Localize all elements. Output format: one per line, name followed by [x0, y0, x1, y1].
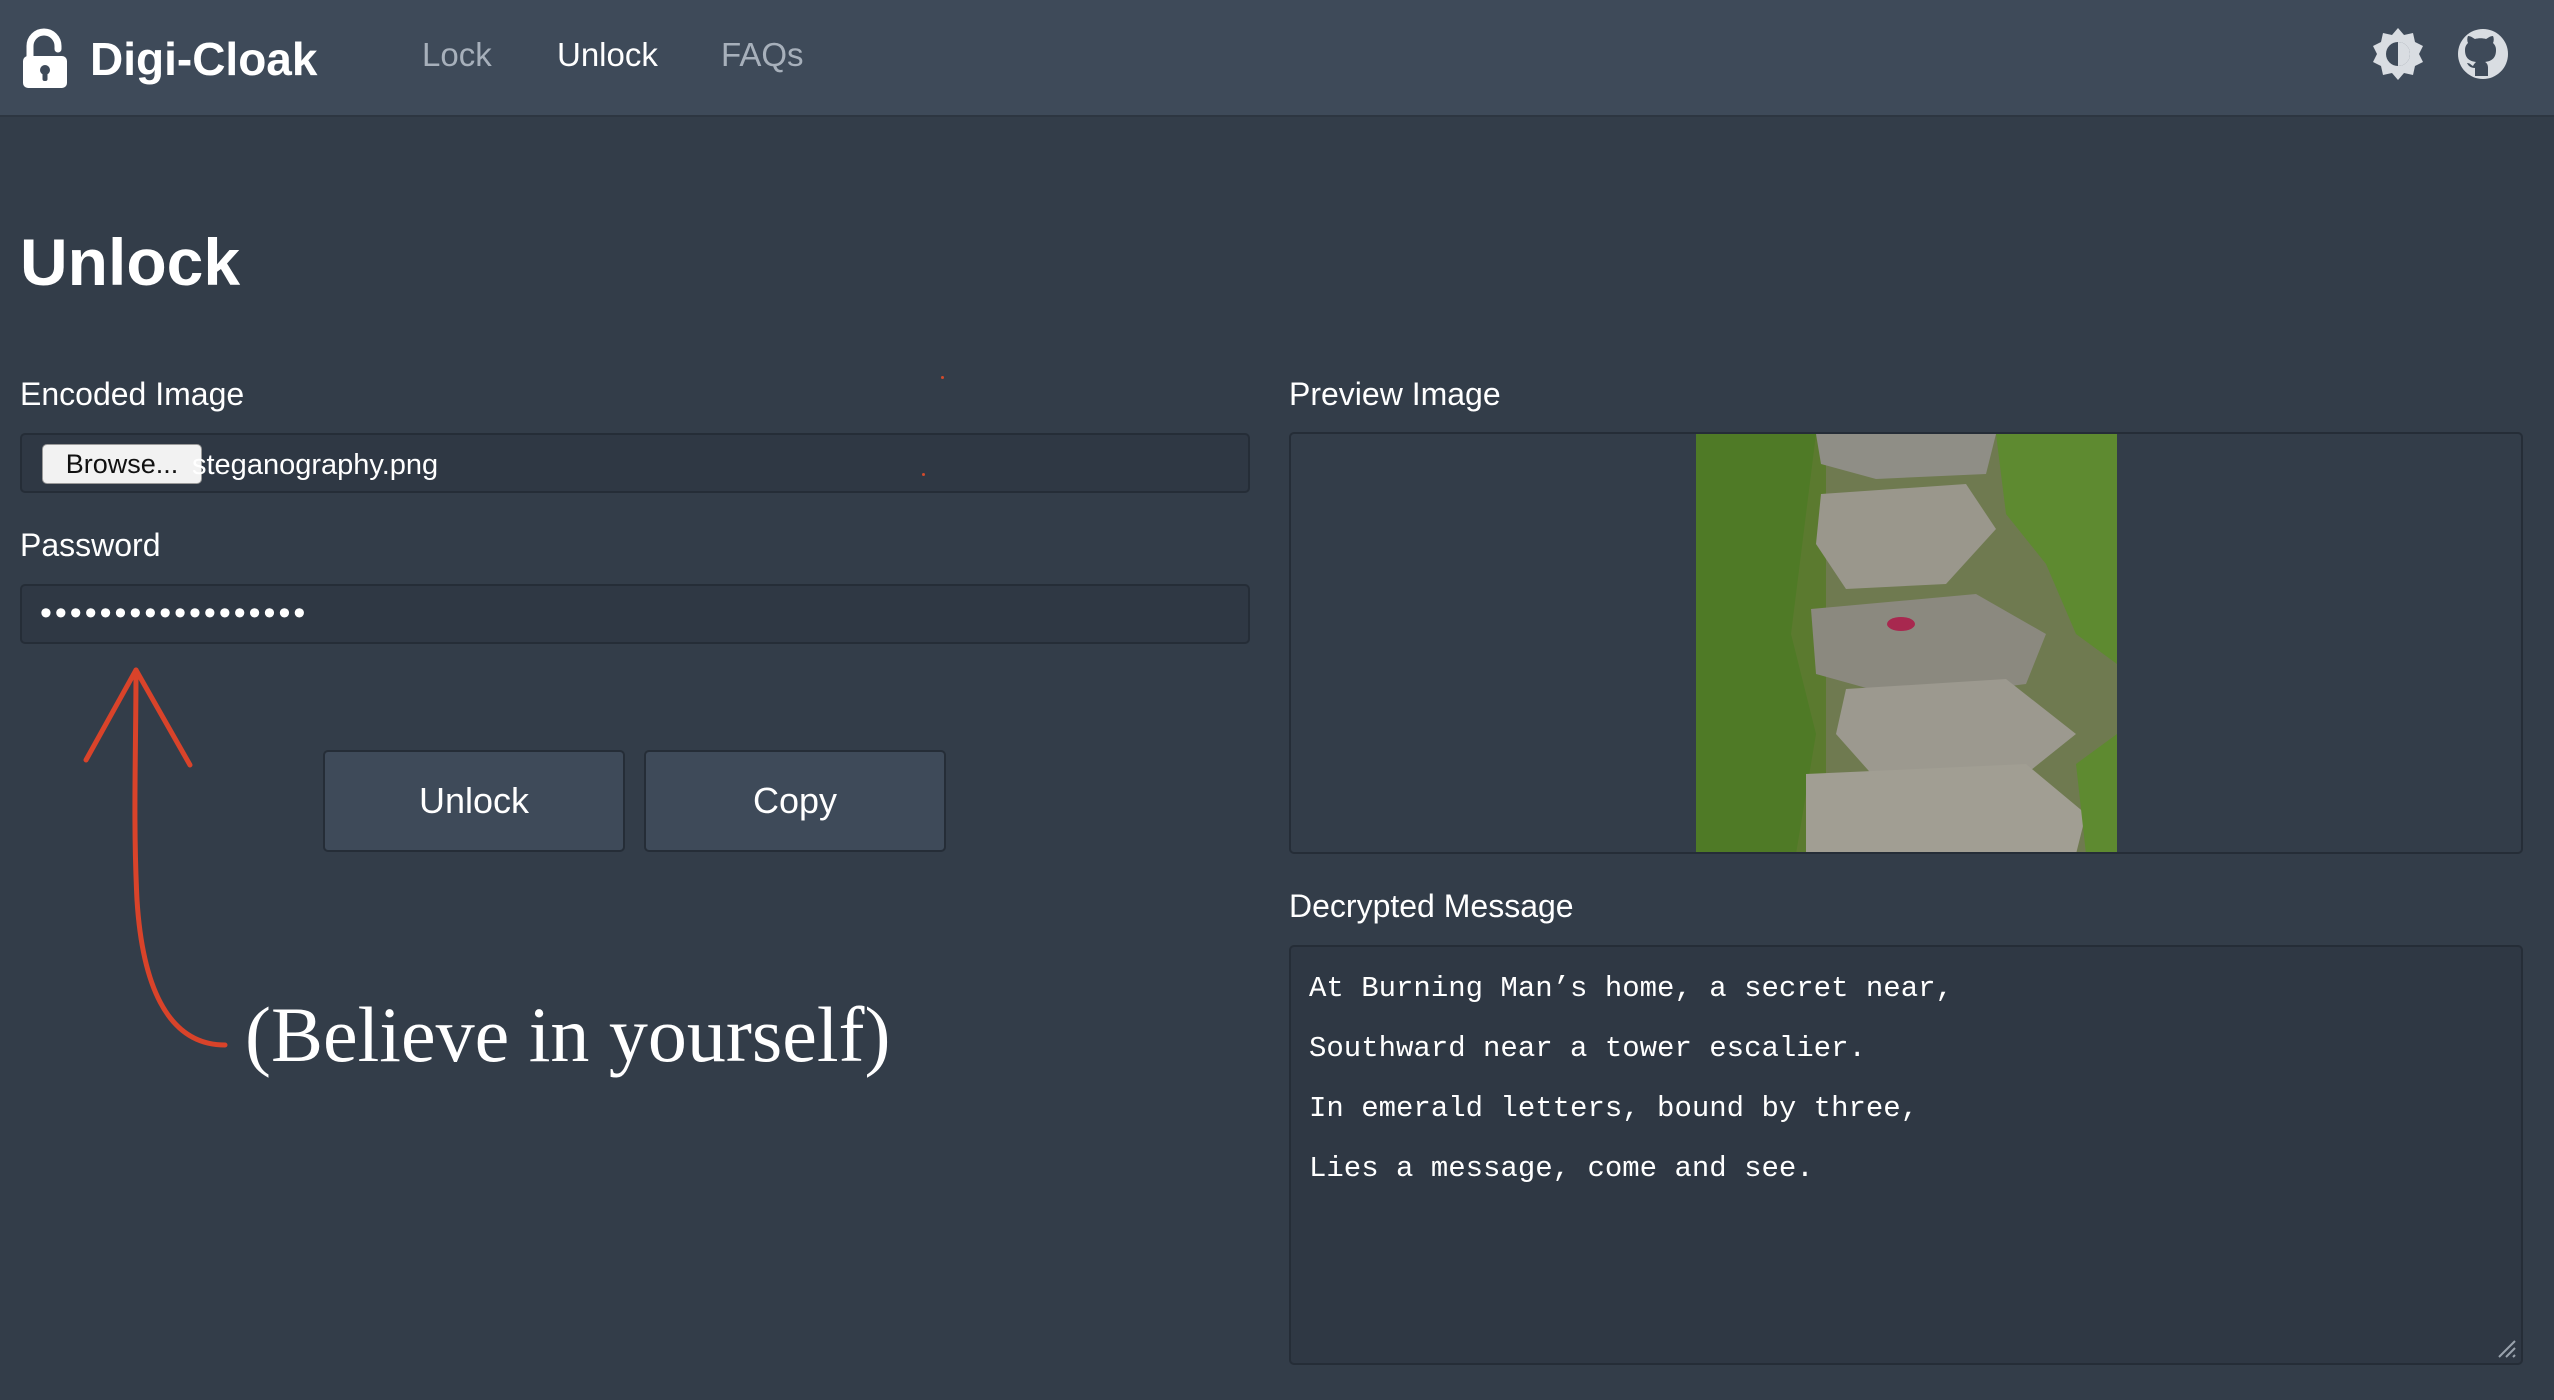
annotation-dot — [922, 473, 925, 476]
nav-link-lock[interactable]: Lock — [422, 36, 492, 74]
copy-button[interactable]: Copy — [644, 750, 946, 852]
nav-link-faqs[interactable]: FAQs — [721, 36, 804, 74]
encoded-image-file-input[interactable]: Browse... steganography.png — [20, 433, 1250, 493]
preview-image-box — [1289, 432, 2523, 854]
encoded-image-label: Encoded Image — [20, 376, 245, 412]
github-icon[interactable] — [2455, 26, 2511, 82]
message-line: Lies a message, come and see. — [1309, 1152, 1814, 1185]
password-input[interactable]: •••••••••••••••••• — [20, 584, 1250, 644]
message-line: Southward near a tower escalier. — [1309, 1032, 1866, 1065]
message-line: At Burning Man’s home, a secret near, — [1309, 972, 1953, 1005]
annotation-text: (Believe in yourself) — [245, 991, 891, 1078]
page-title: Unlock — [20, 225, 241, 299]
annotation-dot — [941, 376, 944, 379]
preview-image-label: Preview Image — [1289, 376, 1501, 412]
decrypted-message-textarea[interactable]: At Burning Man’s home, a secret near, So… — [1289, 945, 2523, 1365]
navbar: Digi-Cloak Lock Unlock FAQs — [0, 0, 2554, 117]
preview-image — [1696, 434, 2117, 852]
decrypted-message-label: Decrypted Message — [1289, 888, 1574, 924]
password-label: Password — [20, 527, 161, 563]
brand-name: Digi-Cloak — [90, 33, 318, 85]
message-line: In emerald letters, bound by three, — [1309, 1092, 1919, 1125]
browse-button[interactable]: Browse... — [42, 444, 202, 484]
annotation-arrow-icon — [83, 667, 228, 1048]
unlock-icon — [23, 28, 67, 88]
theme-toggle-icon[interactable] — [2370, 26, 2426, 82]
resize-grip-icon[interactable] — [2493, 1335, 2517, 1359]
brand[interactable]: Digi-Cloak — [20, 26, 317, 92]
nav-link-unlock[interactable]: Unlock — [557, 36, 658, 74]
unlock-button[interactable]: Unlock — [323, 750, 625, 852]
selected-file-name: steganography.png — [192, 449, 439, 481]
